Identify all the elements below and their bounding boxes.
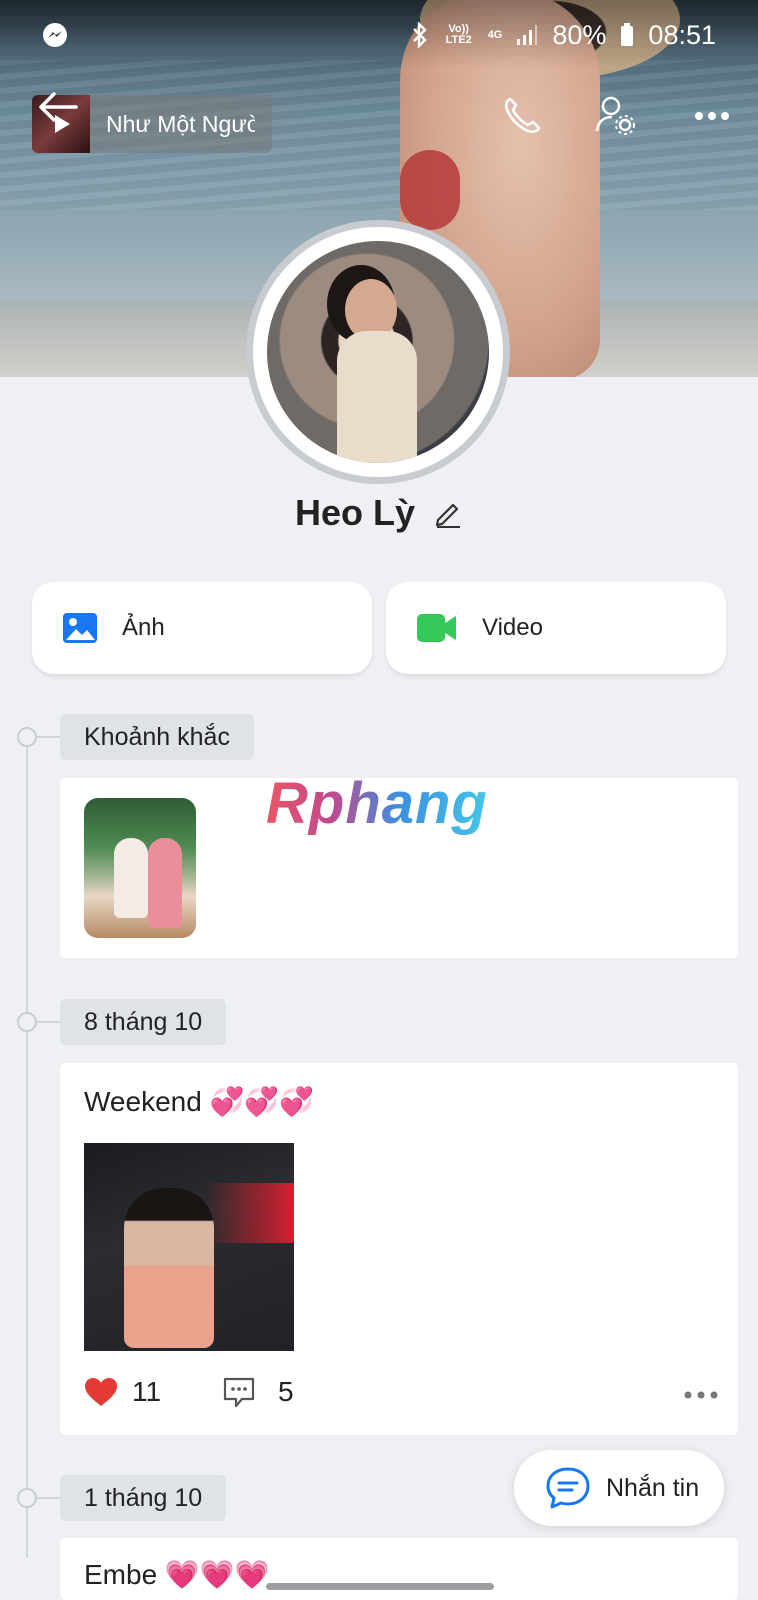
- post-caption: Weekend 💞💞💞: [84, 1086, 315, 1117]
- status-bar: Vo)) LTE2 4G 80% 08:51: [0, 0, 758, 70]
- message-button[interactable]: Nhắn tin: [514, 1450, 724, 1526]
- profile-settings-button[interactable]: [588, 88, 644, 144]
- avatar-dress: [337, 331, 417, 463]
- profile-name-row: Heo Lỳ: [0, 492, 758, 534]
- chat-bubble-icon: [546, 1467, 590, 1509]
- heart-icon[interactable]: [84, 1377, 118, 1407]
- post-more-icon[interactable]: [684, 1391, 718, 1399]
- post-card[interactable]: Embe 💗💗💗: [60, 1538, 738, 1600]
- comment-count: 5: [278, 1376, 294, 1407]
- post-date-tag: 8 tháng 10: [60, 999, 227, 1045]
- post-caption: Embe 💗💗💗: [84, 1559, 270, 1590]
- comment-icon[interactable]: [222, 1375, 256, 1409]
- battery-percent: 80%: [552, 19, 607, 50]
- clock: 08:51: [648, 19, 716, 50]
- timeline-connector: [37, 1497, 61, 1499]
- user-settings-icon: [595, 96, 635, 135]
- back-arrow-icon[interactable]: [36, 90, 80, 124]
- moment-person-1: [114, 838, 148, 918]
- bluetooth-icon: [412, 22, 427, 48]
- edit-pencil-icon[interactable]: [433, 498, 463, 528]
- timeline-dot: [17, 1012, 37, 1032]
- post-reactions: 11 5: [84, 1375, 294, 1409]
- video-label: Video: [482, 614, 543, 641]
- moment-photo[interactable]: [84, 798, 196, 938]
- video-camera-icon: [417, 614, 456, 642]
- network-label: 4G: [487, 28, 503, 41]
- avatar-photo: [267, 241, 489, 463]
- post-card[interactable]: Weekend 💞💞💞 11 5: [60, 1063, 738, 1435]
- signal-icon: [517, 25, 538, 45]
- volte-label: Vo)) LTE2: [445, 23, 472, 46]
- messenger-icon: [43, 23, 67, 47]
- more-options-button[interactable]: [684, 88, 740, 144]
- post-photo[interactable]: [84, 1143, 294, 1351]
- post-date-tag: 1 tháng 10: [60, 1475, 227, 1521]
- profile-name: Heo Lỳ: [294, 492, 416, 533]
- music-title: Như Một Ngườ: [106, 110, 255, 137]
- avatar[interactable]: [246, 220, 510, 484]
- timeline-line: [26, 738, 28, 1558]
- message-button-label: Nhắn tin: [606, 1473, 700, 1502]
- video-button[interactable]: Video: [386, 582, 726, 674]
- post-photo-person: [124, 1188, 214, 1348]
- moments-tag: Khoảnh khắc: [60, 714, 254, 760]
- home-indicator[interactable]: [266, 1583, 494, 1590]
- photos-label: Ảnh: [122, 614, 165, 641]
- timeline-connector: [37, 1021, 61, 1023]
- timeline-dot: [17, 727, 37, 747]
- watermark: Rphang: [266, 771, 488, 836]
- battery-icon: [621, 23, 634, 46]
- phone-icon: [504, 97, 541, 134]
- more-horizontal-icon: [695, 112, 729, 120]
- call-button[interactable]: [494, 88, 550, 144]
- post-photo-light: [204, 1183, 294, 1243]
- moment-person-2: [148, 838, 182, 928]
- photos-button[interactable]: Ảnh: [32, 582, 372, 674]
- like-count: 11: [132, 1376, 162, 1407]
- timeline-dot: [17, 1488, 37, 1508]
- image-icon: [63, 613, 97, 643]
- timeline-connector: [37, 736, 61, 738]
